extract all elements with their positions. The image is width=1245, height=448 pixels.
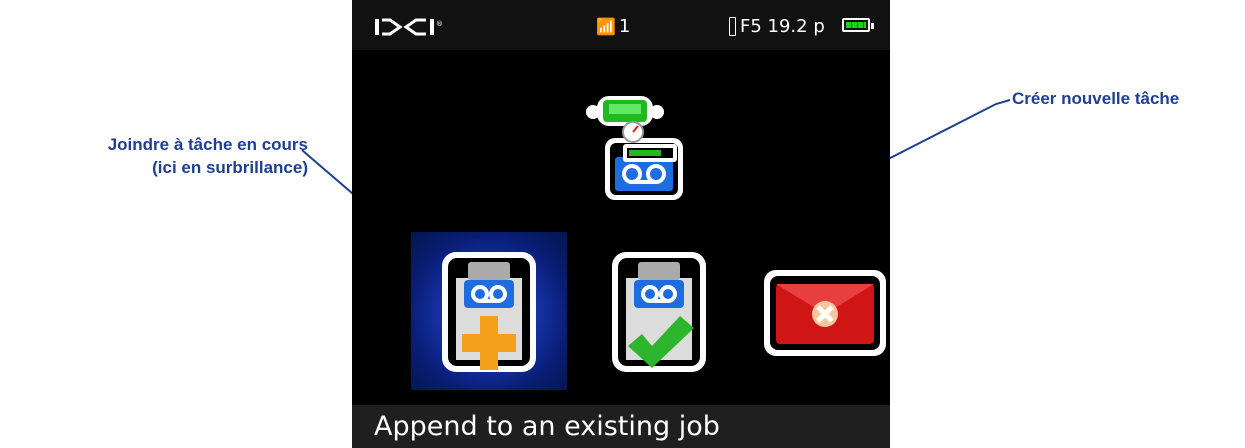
svg-text:®: ® <box>436 20 443 28</box>
antenna-icon: 📶 <box>596 17 616 36</box>
append-job-button[interactable] <box>440 250 540 374</box>
remote-recording-icon <box>586 96 683 200</box>
dci-logo: ® <box>375 18 443 36</box>
frequency-indicator: F5 19.2 p <box>729 16 825 37</box>
battery-full-icon <box>842 18 874 32</box>
create-job-icon <box>612 252 706 372</box>
cancel-icon <box>764 270 886 356</box>
device-screen: ® 📶 1 F5 19.2 p Append to an existing jo… <box>352 0 890 448</box>
channel-number: 1 <box>618 16 631 37</box>
status-message: Append to an existing job <box>352 405 890 448</box>
frequency-label: F5 19.2 p <box>740 16 825 37</box>
status-bar: ® 📶 1 F5 19.2 p <box>352 0 890 50</box>
cancel-button[interactable] <box>762 268 888 358</box>
signal-indicator: 📶 1 <box>596 16 630 37</box>
pressure-gauge-icon <box>729 17 736 36</box>
create-job-button[interactable] <box>610 250 710 374</box>
append-job-icon <box>442 252 536 372</box>
